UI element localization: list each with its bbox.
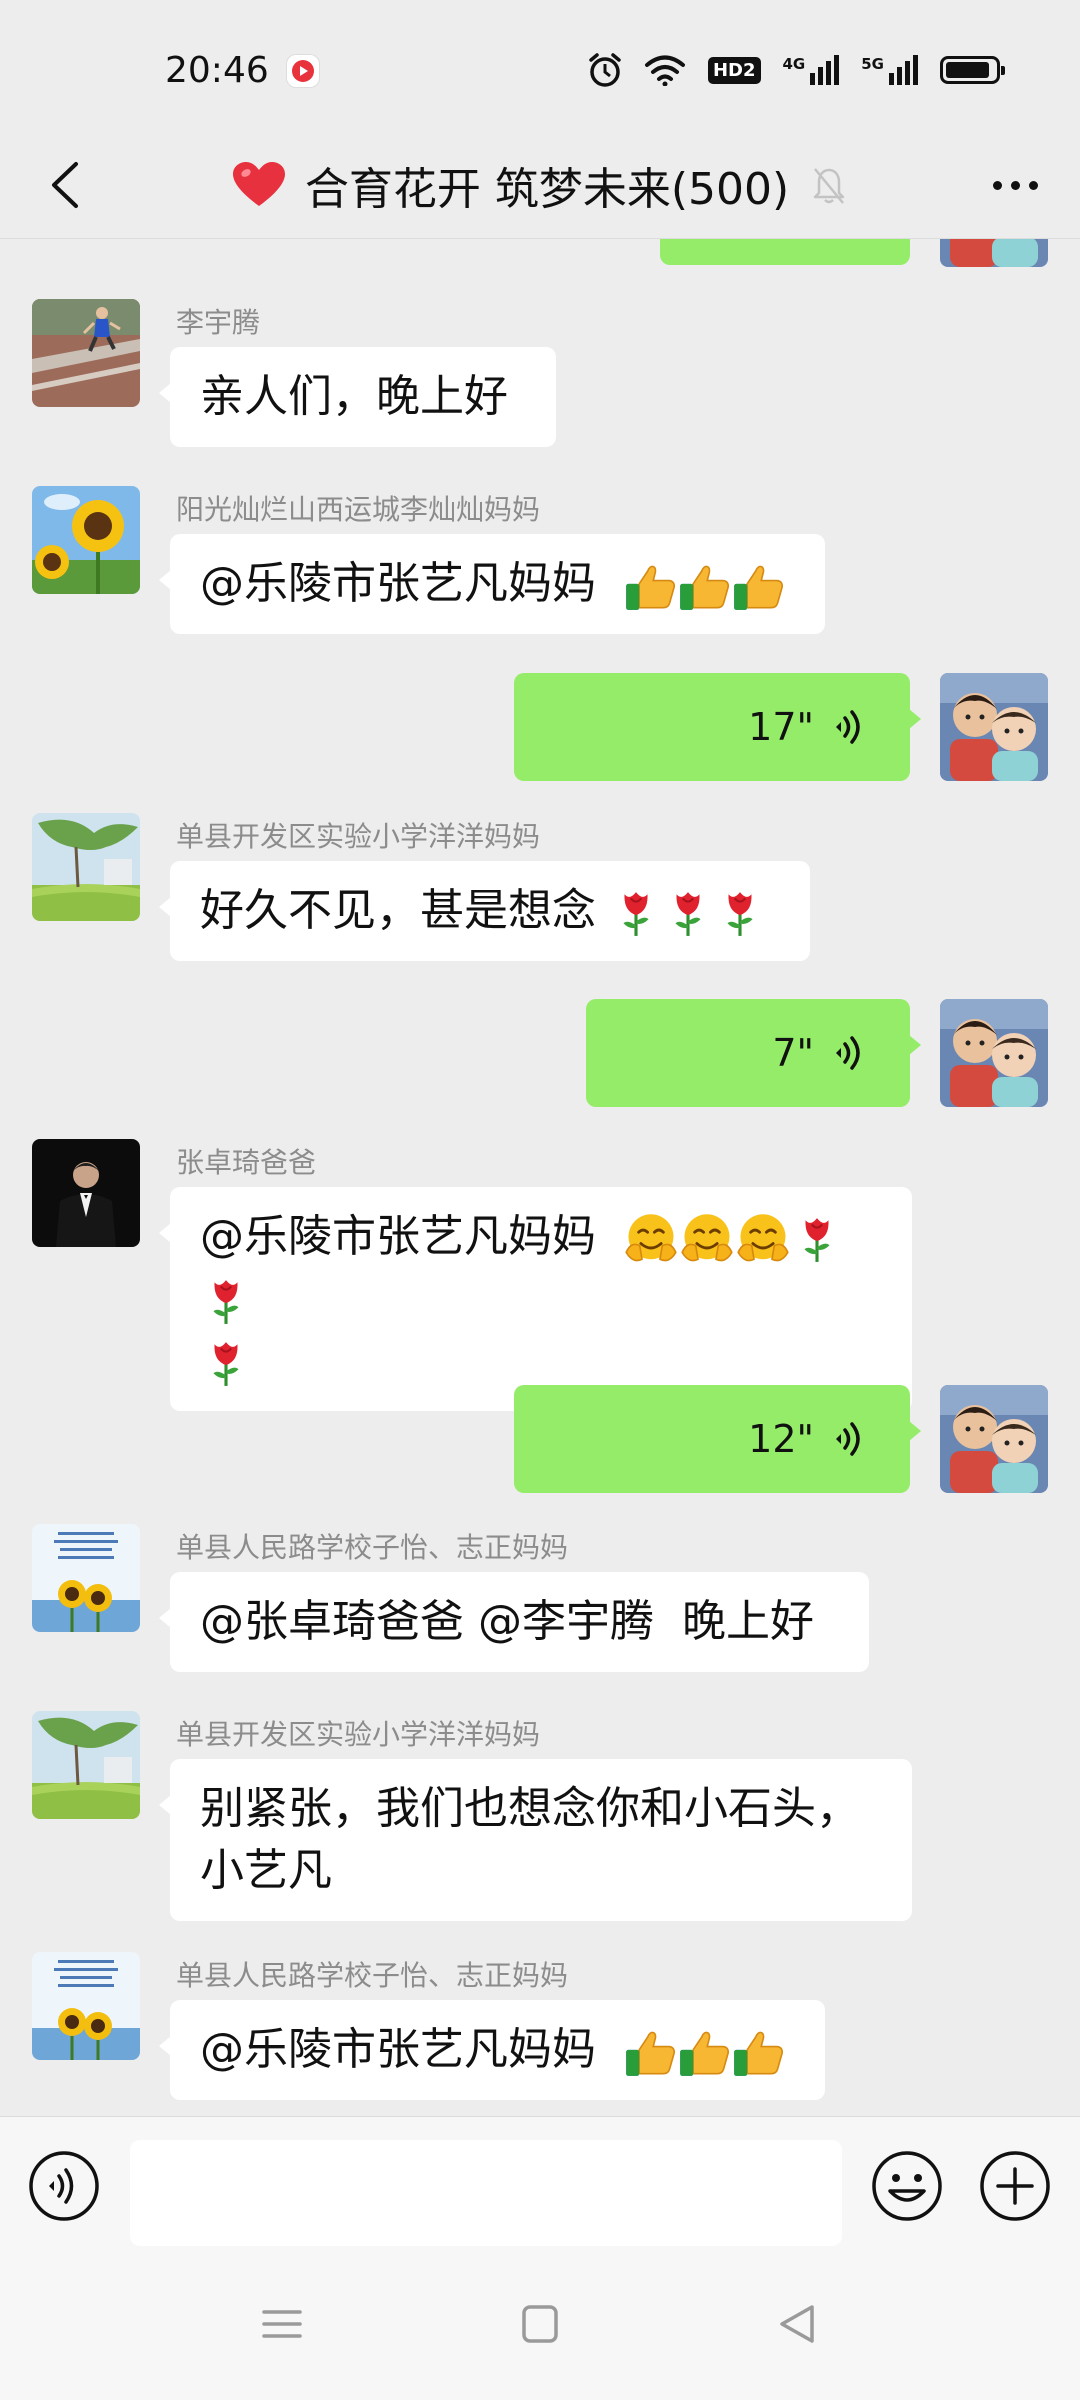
voice-message[interactable]: 7": [586, 999, 921, 1107]
voice-input-icon[interactable]: [27, 2149, 101, 2223]
status-bar: 20:46 HD2 4G 5G: [0, 0, 1080, 132]
thumbs-up-emoji: [624, 2026, 676, 2078]
chat-header: 合育花开 筑梦未来(500): [0, 132, 1080, 239]
avatar-tree[interactable]: [32, 813, 140, 921]
sender-name: 单县开发区实验小学洋洋妈妈: [176, 1718, 541, 1751]
voice-wave-icon: [832, 1419, 866, 1459]
more-options-button[interactable]: [980, 160, 1050, 210]
signal-5g-label: 5G: [861, 55, 884, 73]
bell-off-icon: [813, 168, 845, 204]
message-text-line: 别紧张，我们也想念你和小石头，: [200, 1783, 860, 1834]
message-bubble[interactable]: @乐陵市张艺凡妈妈: [159, 534, 825, 634]
signal-5g-icon: 5G: [861, 55, 918, 85]
plus-icon[interactable]: [978, 2149, 1052, 2223]
battery-icon: [940, 56, 1005, 84]
voice-duration: 7": [772, 1031, 814, 1075]
voice-message[interactable]: 12": [514, 1385, 921, 1493]
my-avatar[interactable]: [940, 999, 1048, 1107]
input-bar: [0, 2116, 1080, 2256]
rose-emoji: [792, 1214, 842, 1264]
message-bubble[interactable]: @乐陵市张艺凡妈妈: [159, 1187, 912, 1411]
rose-emoji: [715, 888, 765, 938]
hug-emoji: [624, 1212, 678, 1266]
my-avatar[interactable]: [940, 239, 1048, 267]
avatar-li-yuteng[interactable]: [32, 299, 140, 407]
hug-emoji: [680, 1212, 734, 1266]
avatar-tree[interactable]: [32, 1711, 140, 1819]
sender-name: 单县开发区实验小学洋洋妈妈: [176, 820, 541, 853]
message-text: 亲人们，晚上好: [200, 371, 508, 422]
sender-name: 单县人民路学校子怡、志正妈妈: [176, 1531, 569, 1564]
emoji-icon[interactable]: [870, 2149, 944, 2223]
alarm-icon: [589, 53, 621, 87]
voice-message-partial[interactable]: [660, 239, 910, 265]
my-avatar[interactable]: [940, 1385, 1048, 1493]
more-dots-icon: [992, 180, 1002, 190]
message-bubble[interactable]: 亲人们，晚上好: [159, 347, 556, 447]
sender-name: 单县人民路学校子怡、志正妈妈: [176, 1959, 569, 1992]
thumbs-up-emoji: [678, 560, 730, 612]
chat-title-wrap: 合育花开 筑梦未来(500): [0, 132, 1080, 238]
voice-duration: 12": [748, 1417, 814, 1461]
my-avatar[interactable]: [940, 673, 1048, 781]
wifi-icon: [644, 55, 685, 86]
home-icon[interactable]: [510, 2299, 570, 2349]
message-text-line: 小艺凡: [200, 1845, 332, 1896]
voice-duration: 17": [748, 705, 814, 749]
back-triangle-icon[interactable]: [768, 2299, 828, 2349]
hd-voice-icon: HD2: [707, 56, 761, 84]
message-text: @张卓琦爸爸 @李宇腾 晚上好: [200, 1596, 814, 1647]
status-time: 20:46: [165, 50, 269, 91]
sender-name: 李宇腾: [176, 306, 261, 339]
status-icons: HD2 4G 5G: [588, 50, 1005, 90]
rose-emoji: [201, 1276, 251, 1326]
voice-wave-icon: [832, 707, 866, 747]
message-text: @乐陵市张艺凡妈妈: [200, 558, 596, 609]
message-bubble[interactable]: 好久不见，甚是想念: [159, 861, 810, 961]
message-bubble[interactable]: @张卓琦爸爸 @李宇腾 晚上好: [159, 1572, 869, 1672]
message-bubble[interactable]: 别紧张，我们也想念你和小石头， 小艺凡: [159, 1759, 912, 1921]
thumbs-up-emoji: [732, 2026, 784, 2078]
message-text: @乐陵市张艺凡妈妈: [200, 1211, 596, 1262]
voice-wave-icon: [832, 1033, 866, 1073]
rose-emoji: [663, 888, 713, 938]
menu-icon[interactable]: [252, 2299, 312, 2349]
signal-4g-icon: 4G: [783, 55, 840, 85]
message-text: @乐陵市张艺凡妈妈: [200, 2024, 596, 2075]
avatar-man[interactable]: [32, 1139, 140, 1247]
chat-message-list[interactable]: 李宇腾 亲人们，晚上好 阳光灿烂山西运城李灿灿妈妈 @乐陵市张艺凡妈妈 17" …: [0, 239, 1080, 2115]
thumbs-up-emoji: [624, 560, 676, 612]
chat-title: 合育花开 筑梦未来(500): [304, 164, 790, 215]
avatar-poster[interactable]: [32, 1524, 140, 1632]
heart-icon: [232, 162, 285, 206]
hug-emoji: [736, 1212, 790, 1266]
avatar-poster[interactable]: [32, 1952, 140, 2060]
rose-emoji: [201, 1338, 251, 1388]
signal-4g-label: 4G: [782, 55, 806, 73]
message-input[interactable]: [130, 2140, 842, 2246]
avatar-sunflower[interactable]: [32, 486, 140, 594]
message-text: 好久不见，甚是想念: [200, 885, 596, 936]
rose-emoji: [611, 888, 661, 938]
thumbs-up-emoji: [732, 560, 784, 612]
voice-message[interactable]: 17": [514, 673, 921, 781]
system-navigation-bar: [0, 2255, 1080, 2400]
sender-name: 张卓琦爸爸: [176, 1146, 317, 1179]
screen-record-icon: [287, 55, 319, 87]
thumbs-up-emoji: [678, 2026, 730, 2078]
message-bubble[interactable]: @乐陵市张艺凡妈妈: [159, 2000, 825, 2100]
sender-name: 阳光灿烂山西运城李灿灿妈妈: [176, 493, 541, 526]
